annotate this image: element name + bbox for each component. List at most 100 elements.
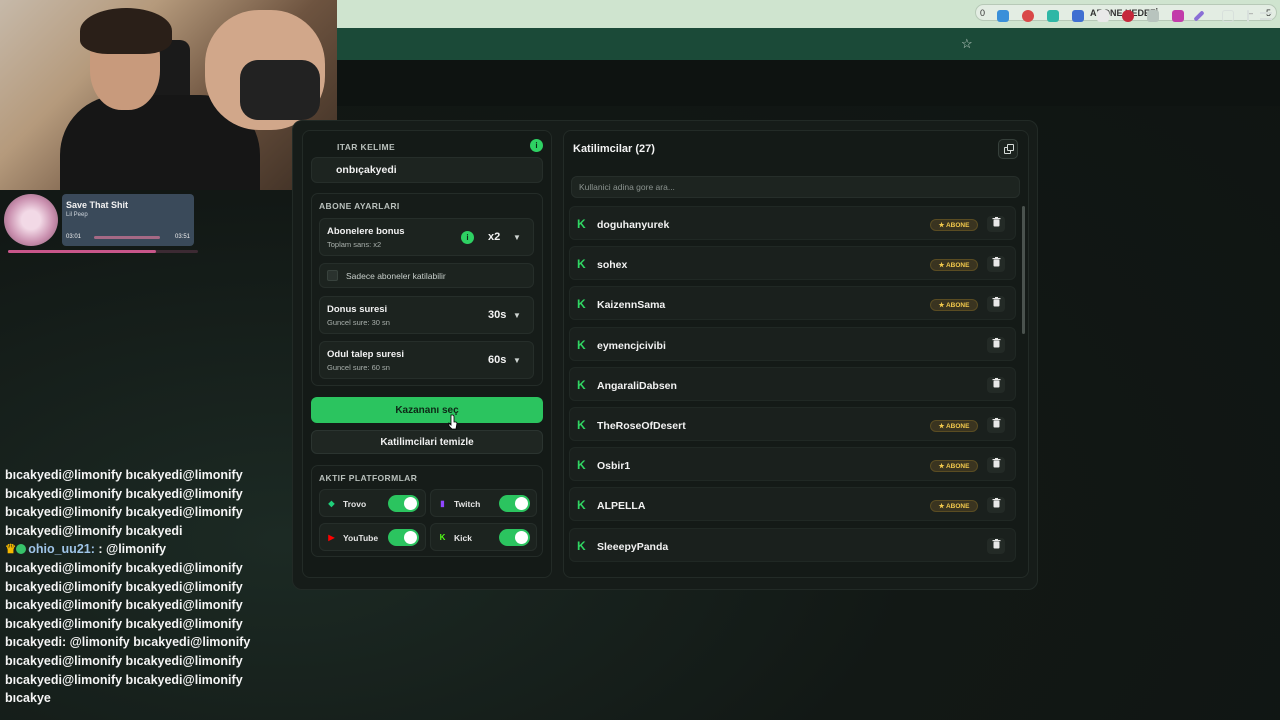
participant-row: K TheRoseOfDesert ★ ABONE [569,407,1016,441]
chat-username: ohio_uu21: [28,542,95,557]
now-playing-box: Save That Shit Lil Peep 03:01 03:51 [62,194,194,246]
subscriber-badge: ★ ABONE [930,460,978,473]
chat-line: bıcakyedi@limonify bıcakyedi@limonify [5,560,243,575]
platform-name: Trovo [343,499,367,509]
participant-name: sohex [597,259,628,272]
trash-icon[interactable] [987,216,1005,232]
copy-icon-front [1007,144,1014,151]
bonus-time-subtitle: Guncel sure: 30 sn [327,318,390,327]
badge-icon [16,544,27,555]
browser-toolbar [337,28,1280,60]
twitch-toggle[interactable] [499,495,530,512]
toggle-knob [404,531,417,544]
trash-icon[interactable] [987,537,1005,554]
trash-icon[interactable] [987,256,1005,273]
bookmark-star-icon[interactable]: ☆ [961,36,973,52]
kick-icon: K [577,418,586,432]
trash-icon[interactable] [987,457,1005,474]
participant-name: eymencjcivibi [597,339,666,352]
chat-line: bıcakyedi@limonify bıcakyedi@limonify [5,486,243,501]
song-artist: Lil Peep [66,212,88,218]
chat-line: bıcakyedi@limonify bıcakyedi@limonify [5,579,243,594]
kick-toggle[interactable] [499,529,530,546]
participant-name: TheRoseOfDesert [597,420,686,432]
trash-icon[interactable] [987,376,1005,393]
sub-bonus-select[interactable]: x2 [488,231,500,243]
extension-icon[interactable] [1047,10,1059,22]
subs-only-checkbox[interactable] [327,270,338,281]
participant-row: K ALPELLA ★ ABONE [569,487,1016,522]
streamer-hair [80,8,172,54]
extension-icon[interactable] [997,10,1009,22]
participant-row: K AngaraliDabsen [569,366,1016,401]
trash-icon[interactable] [987,336,1005,353]
participant-name: SleeepyPanda [597,540,669,553]
puzzle-icon[interactable] [1222,10,1234,22]
pick-winner-button[interactable]: Kazananı seç [311,397,543,423]
participant-row: Keymencjcivibi [569,326,1016,361]
trash-icon[interactable] [987,497,1005,514]
participant-row: Kdoguhanyurek ★ ABONE [569,206,1016,240]
trash-icon[interactable] [987,417,1005,433]
bonus-time-title: Donus suresi [327,304,388,315]
claim-time-select[interactable]: 60s [488,354,506,366]
claim-time-subtitle: Guncel sure: 60 sn [327,363,390,372]
chat-line: bıcakyedi@limonify bıcakyedi@limonify [5,598,243,613]
platform-name: YouTube [343,533,379,543]
toggle-knob [515,531,528,544]
chat-messages-before: bıcakyedi@limonify bıcakyedi@limonify bıc… [5,466,295,540]
extension-icon[interactable] [1172,10,1184,22]
elapsed-time: 03:01 [66,234,82,240]
kick-icon: K [577,377,586,392]
platform-kick: K Kick [430,523,537,551]
extension-icon[interactable] [1022,10,1034,22]
participant-list-scrollbar[interactable] [1022,206,1025,334]
chat-line: bıcakye [5,691,51,706]
participant-search-input[interactable] [571,176,1020,198]
chat-messages-after: bıcakyedi@limonify bıcakyedi@limonify bıc… [5,559,295,708]
ublock-icon[interactable] [1122,10,1134,22]
participant-name: Osbir1 [597,460,631,473]
song-progress-fill [8,250,157,253]
bonus-time-select[interactable]: 30s [488,309,506,321]
kick-icon: K [577,257,586,272]
platform-youtube: ▶ YouTube [319,523,426,551]
menu-icon[interactable] [1260,12,1272,20]
extension-icon[interactable] [1072,10,1084,22]
webcam-feed [0,0,337,190]
platform-name: Kick [454,533,472,543]
chat-line: bıcakyedi@limonify bıcakyedi@limonify [5,616,243,631]
participant-row: K Osbir1 ★ ABONE [569,447,1016,482]
clear-participants-button[interactable]: Katilimcilari temizle [311,430,543,454]
trash-icon[interactable] [987,296,1005,313]
chevron-down-icon: ▼ [513,356,521,365]
participant-list: Kdoguhanyurek ★ ABONE Ksohex ★ ABONE K Kaizen… [569,206,1018,576]
youtube-toggle[interactable] [388,529,419,546]
twitch-icon: ▮ [440,499,445,508]
platforms-label: AKTIF PLATFORMLAR [319,473,418,483]
youtube-icon: ▶ [328,533,335,542]
sub-bonus-subtitle: Toplam sans: x2 [327,240,382,249]
extension-icon[interactable] [1097,10,1109,22]
sub-bonus-title: Abonelere bonus [327,226,405,237]
platform-name: Twitch [454,499,481,509]
sub-bonus-row [319,218,534,256]
song-title: Save That Shit [66,200,129,210]
info-icon[interactable]: i [461,231,474,244]
subscriber-settings-label: ABONE AYARLARI [319,201,400,211]
subscriber-badge: ★ ABONE [930,500,978,513]
chevron-down-icon: ▼ [513,311,521,320]
chat-message: ♛ ohio_uu21: : @limonify [5,540,295,559]
trovo-toggle[interactable] [388,495,419,512]
chevron-down-icon: ▼ [513,233,521,242]
crown-icon: ♛ [5,542,17,557]
info-icon[interactable]: i [530,139,543,152]
copy-button[interactable] [998,139,1018,159]
extension-icon[interactable] [1147,10,1159,22]
participant-name: ALPELLA [597,500,646,513]
kick-icon: K [577,498,586,513]
participant-name: AngaraliDabsen [597,379,677,392]
chat-line: bıcakyedi@limonify bıcakyedi [5,523,183,538]
participant-row: K KaizennSama ★ ABONE [569,286,1016,321]
album-art [4,194,58,246]
